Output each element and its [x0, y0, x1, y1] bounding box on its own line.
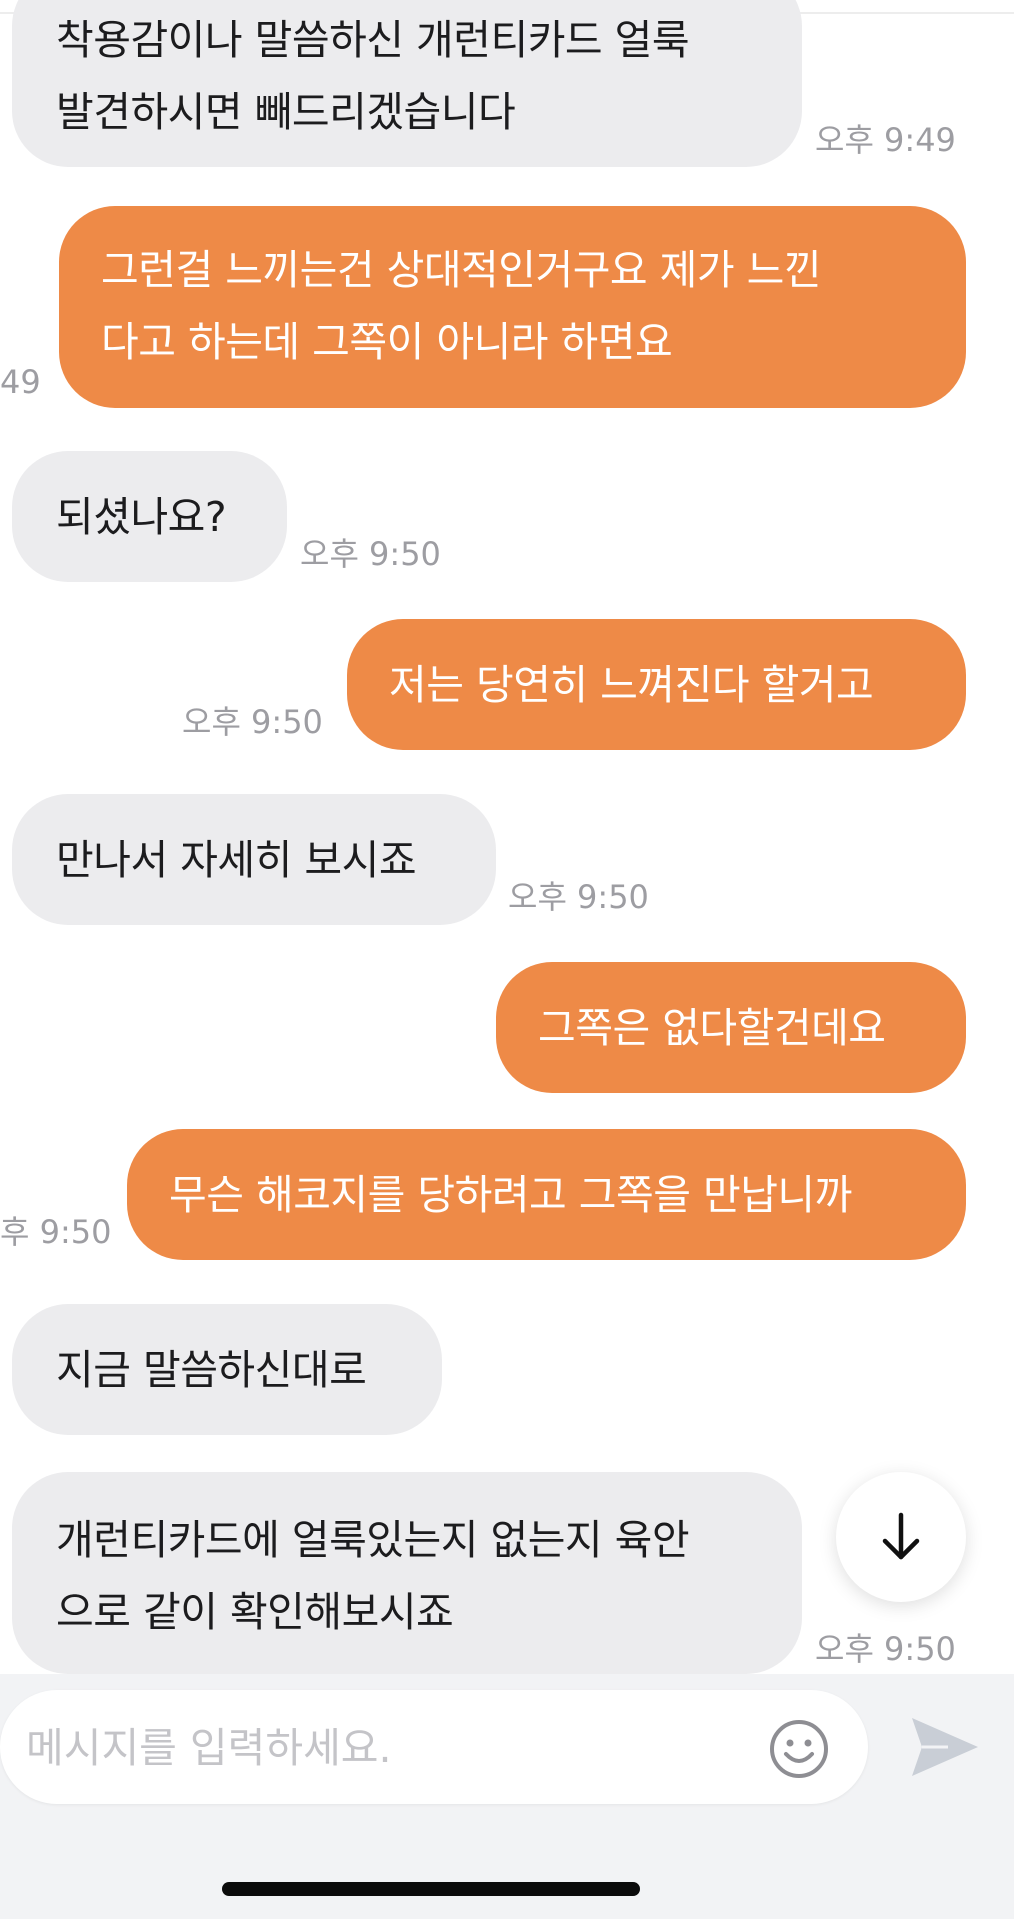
message-timestamp: 후 9:50 — [0, 1213, 112, 1251]
message-input[interactable] — [24, 1712, 748, 1784]
message-bubble-incoming: 개런티카드에 얼룩있는지 없는지 육안 으로 같이 확인해보시죠 — [12, 1472, 802, 1674]
message-bubble-outgoing: 그쪽은 없다할건데요 — [496, 962, 966, 1093]
message-bubble-outgoing: 무슨 해코지를 당하려고 그쪽을 만납니까 — [127, 1129, 966, 1260]
smiley-icon[interactable] — [768, 1718, 830, 1780]
message-timestamp: 오후 9:50 — [508, 878, 649, 916]
message-timestamp: 오후 9:50 — [182, 703, 323, 741]
message-bubble-outgoing: 저는 당연히 느껴진다 할거고 — [347, 619, 966, 750]
paper-plane-icon[interactable] — [908, 1714, 980, 1780]
message-timestamp: 오후 9:50 — [300, 535, 441, 573]
message-bubble-incoming: 되셨나요? — [12, 451, 287, 582]
message-bubble-incoming: 착용감이나 말씀하신 개런티카드 얼룩 발견하시면 빼드리겠습니다 — [12, 0, 802, 167]
message-timestamp: 오후 9:49 — [815, 121, 956, 159]
message-timestamp: 49 — [0, 363, 41, 401]
message-timestamp: 오후 9:50 — [815, 1630, 956, 1668]
message-bubble-incoming: 만나서 자세히 보시죠 — [12, 794, 496, 925]
home-indicator — [222, 1882, 640, 1896]
scroll-to-bottom-button[interactable] — [836, 1472, 966, 1602]
message-bubble-outgoing: 그런걸 느끼는건 상대적인거구요 제가 느낀 다고 하는데 그쪽이 아니라 하면… — [59, 206, 966, 408]
message-bubble-incoming: 지금 말씀하신대로 — [12, 1304, 442, 1435]
arrow-down-icon — [882, 1512, 920, 1560]
chat-screen: 착용감이나 말씀하신 개런티카드 얼룩 발견하시면 빼드리겠습니다 오후 9:4… — [0, 0, 1014, 1919]
